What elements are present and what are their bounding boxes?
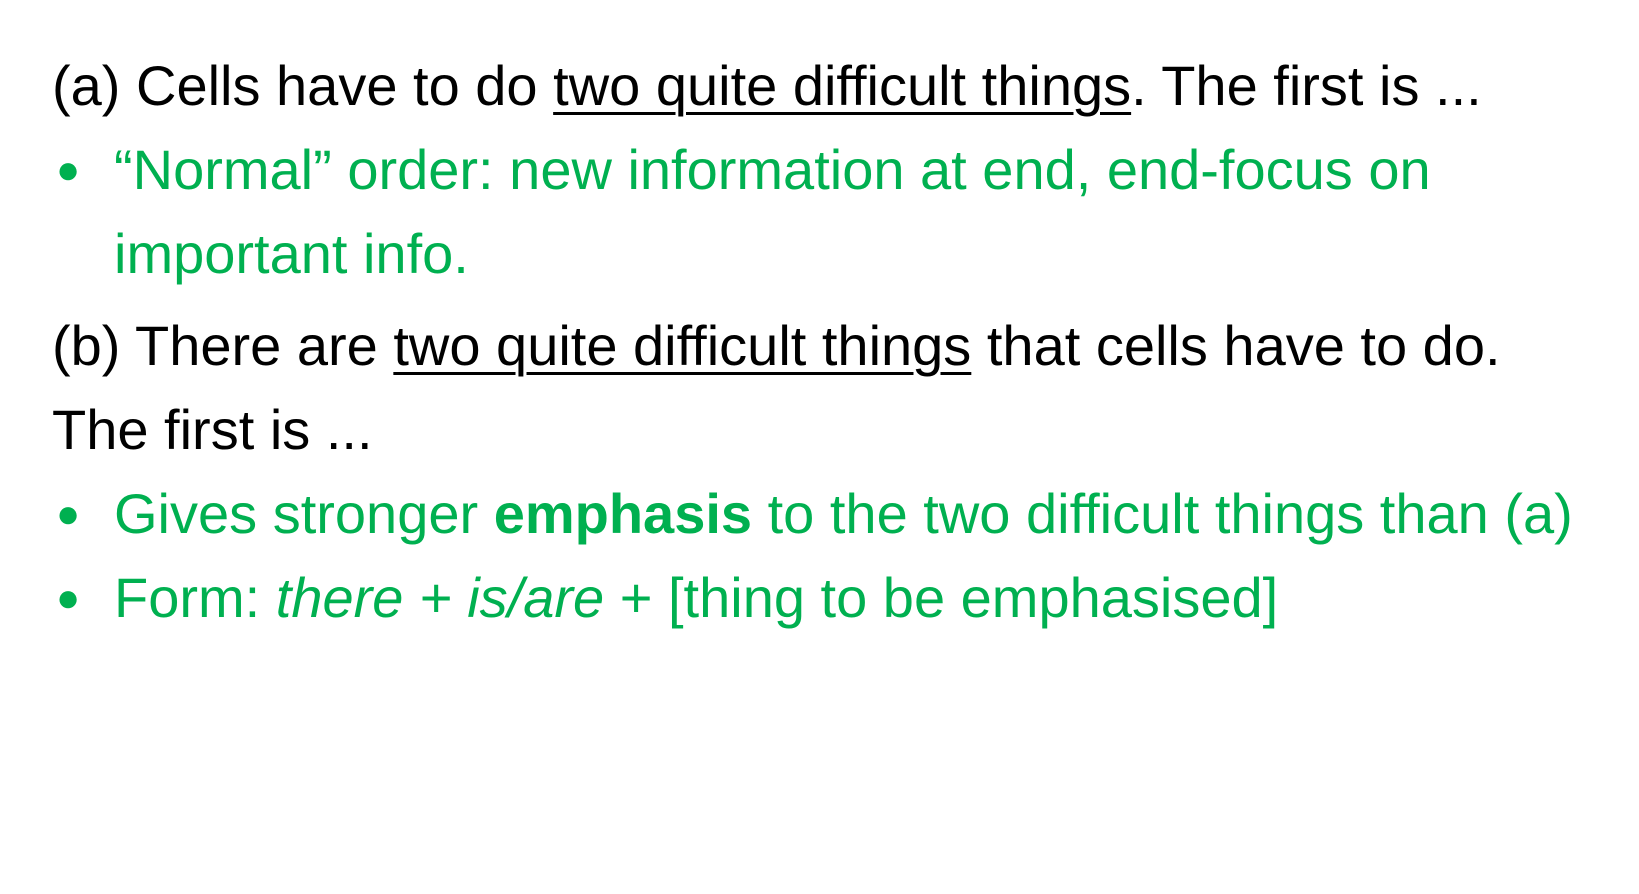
bullet-text-pre: Gives stronger: [114, 482, 494, 545]
paragraph-b-underlined-phrase: two quite difficult things: [393, 314, 972, 377]
paragraph-a-suffix: . The first is ...: [1131, 54, 1482, 117]
bullet-list-b: ● Gives stronger emphasis to the two dif…: [52, 472, 1599, 640]
paragraph-b: (b) There are two quite difficult things…: [52, 304, 1599, 472]
bullet-dot-icon: ●: [56, 492, 81, 536]
paragraph-b-prefix: (b) There are: [52, 314, 394, 377]
bullet-text-post: + [thing to be emphasised]: [604, 566, 1279, 629]
paragraph-a-underlined-phrase: two quite difficult things: [553, 54, 1132, 117]
bullet-text-pre: Form:: [114, 566, 276, 629]
bullet-list-a: ● “Normal” order: new information at end…: [52, 128, 1599, 296]
bullet-dot-icon: ●: [56, 148, 81, 192]
bullet-text-post: to the two difficult things than (a): [752, 482, 1573, 545]
bullet-item-emphasis: ● Gives stronger emphasis to the two dif…: [52, 472, 1599, 556]
bullet-text-bold: emphasis: [493, 482, 753, 545]
paragraph-a-prefix: (a) Cells have to do: [52, 54, 554, 117]
bullet-text: “Normal” order: new information at end, …: [114, 138, 1431, 285]
slide-page: (a) Cells have to do two quite difficult…: [0, 0, 1639, 894]
bullet-item-form: ● Form: there + is/are + [thing to be em…: [52, 556, 1599, 640]
bullet-item-normal-order: ● “Normal” order: new information at end…: [52, 128, 1599, 296]
bullet-dot-icon: ●: [56, 576, 81, 620]
bullet-text-italic: there + is/are: [275, 566, 605, 629]
paragraph-a: (a) Cells have to do two quite difficult…: [52, 44, 1599, 128]
